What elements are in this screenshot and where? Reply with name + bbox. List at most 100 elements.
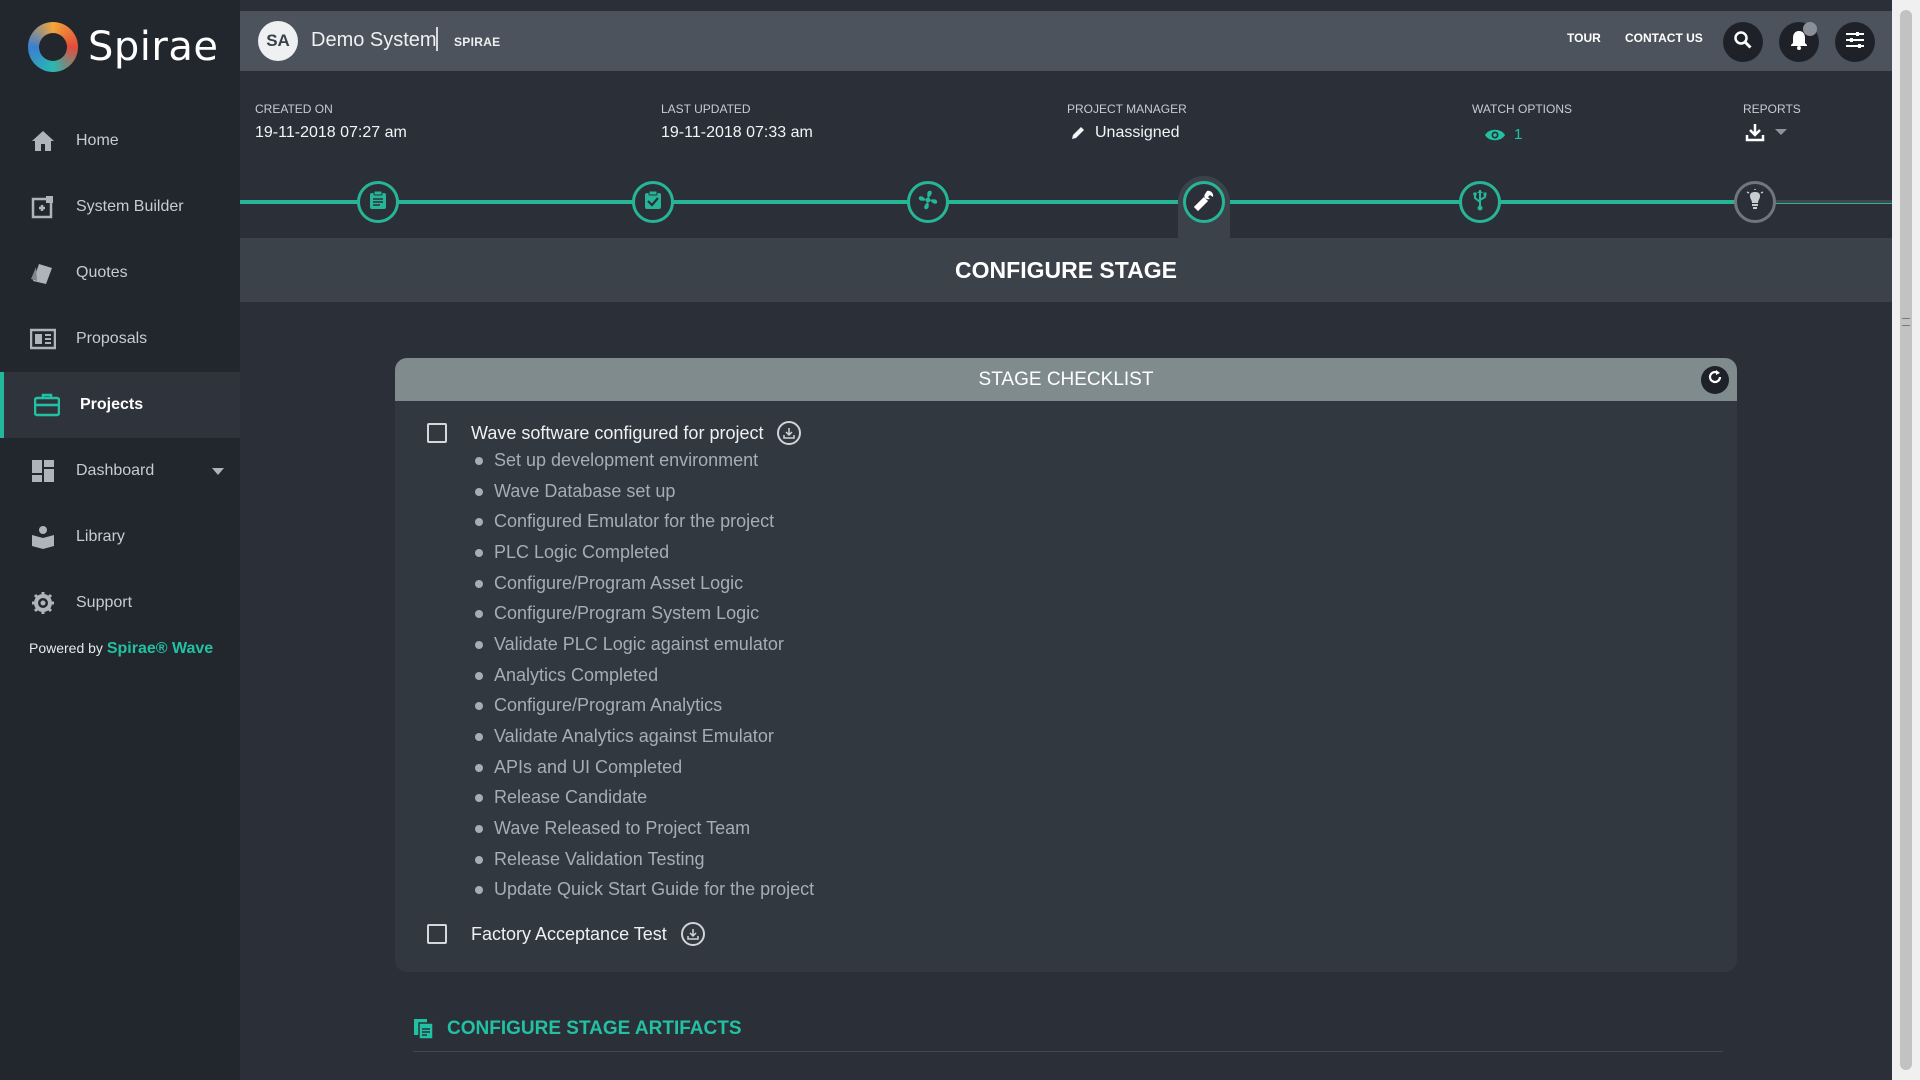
divider xyxy=(413,1051,1723,1052)
list-item: PLC Logic Completed xyxy=(475,542,669,563)
sidebar-item-proposals[interactable]: Proposals xyxy=(0,306,240,372)
created-on: CREATED ON 19-11-2018 07:27 am xyxy=(255,102,407,142)
contact-us-link[interactable]: CONTACT US xyxy=(1625,31,1703,45)
sidebar-item-label: Proposals xyxy=(76,330,148,347)
sidebar-item-label: Support xyxy=(76,594,133,611)
watch-options-value[interactable]: 1 xyxy=(1472,126,1572,143)
last-updated-label: LAST UPDATED xyxy=(661,102,751,116)
settings-button[interactable] xyxy=(1835,22,1875,62)
notifications-button[interactable] xyxy=(1779,22,1819,62)
checkbox[interactable] xyxy=(427,924,447,944)
sidebar-item-label: Projects xyxy=(80,396,144,413)
list-item-label: Configure/Program Analytics xyxy=(494,695,723,715)
sidebar-item-quotes[interactable]: Quotes xyxy=(0,240,240,306)
checkbox[interactable] xyxy=(427,423,447,443)
list-item-label: Configure/Program System Logic xyxy=(494,603,760,623)
bullet xyxy=(475,517,483,526)
search-button[interactable] xyxy=(1723,22,1763,62)
download-icon[interactable] xyxy=(777,421,802,445)
sidebar-item-support[interactable]: Support xyxy=(0,570,240,636)
checklist-group: Wave software configured for project xyxy=(427,421,802,445)
download-icon[interactable] xyxy=(680,922,705,946)
sidebar-item-home[interactable]: Home xyxy=(0,108,240,174)
project-manager-value: Unassigned xyxy=(1095,124,1180,141)
list-item: Configured Emulator for the project xyxy=(475,511,774,532)
sidebar-item-label: System Builder xyxy=(76,198,184,215)
stage-4-configure[interactable] xyxy=(1183,181,1225,223)
list-item-label: Configure/Program Asset Logic xyxy=(494,573,744,593)
sidebar-item-projects[interactable]: Projects xyxy=(0,372,240,438)
last-updated-value: 19-11-2018 07:33 am xyxy=(661,124,813,141)
checklist-group-label: Wave software configured for project xyxy=(471,422,764,443)
sidebar-item-dashboard[interactable]: Dashboard xyxy=(0,438,240,504)
refresh-button[interactable] xyxy=(1701,366,1729,394)
sidebar: Spirae Home System Builder Quotes Propos… xyxy=(0,0,240,1080)
notification-badge xyxy=(1803,22,1817,36)
list-item-label: Update Quick Start Guide for the project xyxy=(494,879,815,899)
scrollbar[interactable] xyxy=(1892,0,1920,1080)
list-item: Wave Database set up xyxy=(475,481,675,502)
last-updated: LAST UPDATED 19-11-2018 07:33 am xyxy=(661,102,813,142)
avatar[interactable]: SA xyxy=(258,21,298,61)
created-on-value: 19-11-2018 07:27 am xyxy=(255,124,407,141)
lightbulb-icon xyxy=(1746,188,1764,216)
reports-dropdown[interactable] xyxy=(1743,122,1801,142)
bullet xyxy=(475,855,483,864)
reports-label: REPORTS xyxy=(1743,102,1801,116)
list-item: APIs and UI Completed xyxy=(475,757,682,778)
stage-1-design[interactable] xyxy=(357,181,399,223)
created-on-label: CREATED ON xyxy=(255,102,333,116)
artifacts-section-title[interactable]: CONFIGURE STAGE ARTIFACTS xyxy=(413,1018,742,1040)
stage-3-build[interactable] xyxy=(907,181,949,223)
list-item-label: Wave Database set up xyxy=(494,481,676,501)
sidebar-nav: Home System Builder Quotes Proposals Pro… xyxy=(0,108,240,636)
proposals-icon xyxy=(30,326,56,352)
bullet xyxy=(475,732,483,741)
stage-track-remaining xyxy=(1756,200,1892,203)
system-builder-icon xyxy=(30,194,56,220)
spirae-logo[interactable]: Spirae xyxy=(28,22,218,72)
home-icon xyxy=(30,128,56,154)
bullet xyxy=(475,824,483,833)
search-icon xyxy=(1734,30,1752,54)
stage-5-deploy[interactable] xyxy=(1459,181,1501,223)
powered-prefix: Powered by xyxy=(29,640,103,656)
brand-tag: SPIRAE xyxy=(454,35,501,49)
project-manager-value-wrap[interactable]: Unassigned xyxy=(1067,124,1187,142)
project-manager-label: PROJECT MANAGER xyxy=(1067,102,1187,116)
logo-text: Spirae xyxy=(88,24,219,70)
sliders-icon xyxy=(1845,31,1865,54)
stage-checklist: STAGE CHECKLIST Wave software configured… xyxy=(395,358,1737,972)
bullet xyxy=(475,793,483,802)
stage-2-approve[interactable] xyxy=(632,181,674,223)
list-item-label: Configured Emulator for the project xyxy=(494,511,775,531)
list-item-label: APIs and UI Completed xyxy=(494,757,683,777)
scrollbar-thumb[interactable] xyxy=(1900,10,1912,1070)
sidebar-item-library[interactable]: Library xyxy=(0,504,240,570)
top-header: SA Demo System SPIRAE TOUR CONTACT US xyxy=(240,11,1892,71)
usb-icon xyxy=(1472,189,1488,216)
artifacts-title: CONFIGURE STAGE ARTIFACTS xyxy=(447,1018,742,1039)
list-item: Configure/Program Analytics xyxy=(475,695,722,716)
sidebar-item-system-builder[interactable]: System Builder xyxy=(0,174,240,240)
bullet xyxy=(475,579,483,588)
list-item: Configure/Program System Logic xyxy=(475,603,759,624)
powered-brand[interactable]: Spirae® Wave xyxy=(107,640,213,657)
clipboard-icon xyxy=(369,190,387,215)
clipboard-check-icon xyxy=(644,190,662,215)
scrollbar-grip xyxy=(1902,318,1910,326)
chevron-down-icon[interactable] xyxy=(212,468,224,475)
list-item: Release Candidate xyxy=(475,787,647,808)
spirae-logo-mark xyxy=(28,22,78,72)
stage-6-operate[interactable] xyxy=(1734,181,1776,223)
stage-track xyxy=(240,200,1892,204)
system-name: Demo System xyxy=(311,29,437,51)
bullet xyxy=(475,548,483,557)
bullet xyxy=(475,456,483,465)
checklist-header: STAGE CHECKLIST xyxy=(395,358,1737,401)
list-item-label: PLC Logic Completed xyxy=(494,542,670,562)
tour-link[interactable]: TOUR xyxy=(1567,31,1601,45)
stage-title: CONFIGURE STAGE xyxy=(240,238,1892,302)
pencil-icon[interactable] xyxy=(1071,126,1085,140)
refresh-icon xyxy=(1707,369,1723,391)
